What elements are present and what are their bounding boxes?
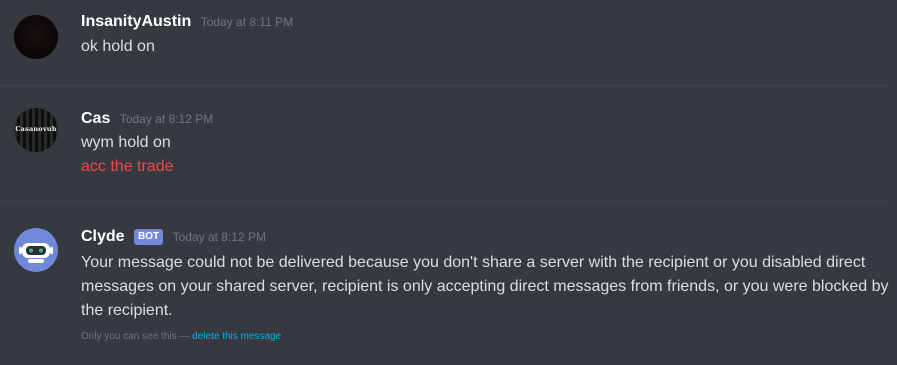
avatar[interactable] [14, 15, 58, 59]
clyde-avatar[interactable] [14, 228, 58, 272]
timestamp: Today at 8:12 PM [119, 112, 214, 126]
message-group: InsanityAustin Today at 8:11 PM ok hold … [0, 0, 897, 85]
chat-message-list: InsanityAustin Today at 8:11 PM ok hold … [0, 0, 897, 365]
avatar-lettering: Casanovuh [15, 125, 57, 133]
message-group: Clyde BOT Today at 8:12 PM Your message … [0, 202, 897, 365]
timestamp: Today at 8:11 PM [200, 15, 294, 29]
message-header: Clyde BOT Today at 8:12 PM [81, 228, 266, 248]
delete-message-link[interactable]: delete this message [192, 331, 281, 342]
username[interactable]: Clyde [81, 228, 125, 246]
avatar[interactable]: Casanovuh [14, 108, 58, 152]
timestamp: Today at 8:12 PM [172, 230, 266, 244]
message-header: InsanityAustin Today at 8:11 PM [81, 13, 293, 33]
robot-icon [19, 243, 53, 263]
message-header: Cas Today at 8:12 PM [81, 110, 213, 130]
message-group: Casanovuh Cas Today at 8:12 PM wym hold … [0, 86, 897, 200]
bot-badge: BOT [134, 229, 164, 245]
username[interactable]: Cas [81, 110, 110, 128]
ephemeral-note: Only you can see this — [81, 331, 193, 342]
message-text: ok hold on [81, 38, 155, 55]
ephemeral-notice: Only you can see this — delete this mess… [81, 331, 281, 342]
message-text: wym hold on [81, 134, 171, 151]
message-text: Your message could not be delivered beca… [81, 254, 889, 319]
username[interactable]: InsanityAustin [81, 13, 191, 31]
message-text-red: acc the trade [81, 158, 174, 175]
